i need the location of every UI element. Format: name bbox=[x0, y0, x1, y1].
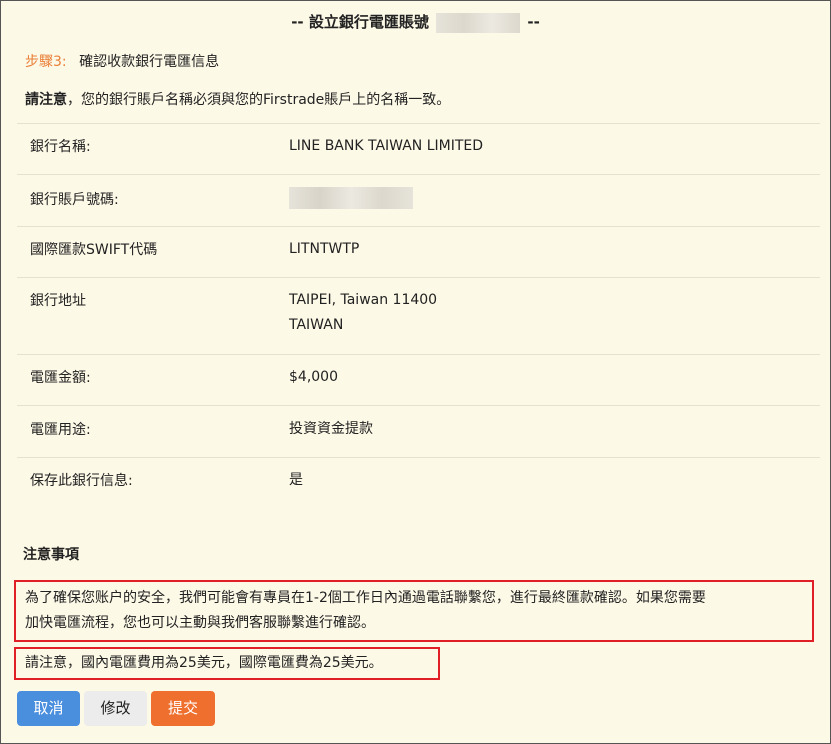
amount-value: $4,000 bbox=[289, 369, 338, 385]
page-title-suffix: -- bbox=[527, 13, 540, 31]
address-line-2: TAIWAN bbox=[289, 317, 344, 333]
page-title-prefix: -- 設立銀行電匯賬號 bbox=[291, 13, 429, 31]
notice-bold: 請注意 bbox=[25, 92, 67, 108]
notice-text: ，您的銀行賬戶名稱必須與您的Firstrade賬戶上的名稱一致。 bbox=[67, 92, 451, 108]
edit-button[interactable]: 修改 bbox=[84, 691, 147, 726]
fee-notice-text: 請注意，國內電匯費用為25美元，國際電匯費為25美元。 bbox=[25, 655, 383, 671]
detail-row-amount: 電匯金額: $4,000 bbox=[17, 354, 820, 405]
account-number-value bbox=[289, 187, 413, 218]
step-number: 步驟3: bbox=[25, 54, 67, 70]
notes-heading: 注意事項 bbox=[23, 547, 79, 563]
wire-details-table: 銀行名稱: LINE BANK TAIWAN LIMITED 銀行賬戶號碼: 國… bbox=[17, 123, 820, 508]
name-match-notice: 請注意，您的銀行賬戶名稱必須與您的Firstrade賬戶上的名稱一致。 bbox=[25, 89, 450, 109]
step-text: 確認收款銀行電匯信息 bbox=[79, 54, 220, 70]
security-notice-box: 為了確保您账户的安全，我們可能會有專員在1-2個工作日內通過電話聯繫您，進行最終… bbox=[14, 580, 814, 642]
bank-name-label: 銀行名稱: bbox=[30, 139, 91, 155]
redacted-bank-account bbox=[289, 187, 413, 209]
step-indicator: 步驟3: 確認收款銀行電匯信息 bbox=[25, 51, 219, 71]
address-label: 銀行地址 bbox=[30, 293, 86, 309]
amount-label: 電匯金額: bbox=[30, 370, 91, 386]
detail-row-account-number: 銀行賬戶號碼: bbox=[17, 174, 820, 226]
detail-row-swift: 國際匯款SWIFT代碼 LITNTWTP bbox=[17, 226, 820, 277]
save-bank-value: 是 bbox=[289, 472, 303, 488]
fee-notice-box: 請注意，國內電匯費用為25美元，國際電匯費為25美元。 bbox=[14, 647, 440, 680]
detail-row-bank-name: 銀行名稱: LINE BANK TAIWAN LIMITED bbox=[17, 123, 820, 174]
swift-label: 國際匯款SWIFT代碼 bbox=[30, 242, 158, 258]
detail-row-address: 銀行地址 TAIPEI, Taiwan 11400 TAIWAN bbox=[17, 277, 820, 354]
purpose-value: 投資資金提款 bbox=[289, 421, 373, 437]
security-notice-line-1: 為了確保您账户的安全，我們可能會有專員在1-2個工作日內通過電話聯繫您，進行最終… bbox=[25, 590, 706, 606]
detail-row-purpose: 電匯用途: 投資資金提款 bbox=[17, 405, 820, 457]
address-value: TAIPEI, Taiwan 11400 TAIWAN bbox=[289, 288, 437, 338]
submit-button[interactable]: 提交 bbox=[151, 691, 215, 726]
save-bank-label: 保存此銀行信息: bbox=[30, 473, 133, 489]
detail-row-save-bank: 保存此銀行信息: 是 bbox=[17, 457, 820, 508]
security-notice-line-2: 加快電匯流程，您也可以主動與我們客服聯繫進行確認。 bbox=[25, 615, 375, 631]
address-line-1: TAIPEI, Taiwan 11400 bbox=[289, 292, 438, 308]
cancel-button[interactable]: 取消 bbox=[17, 691, 80, 726]
account-number-label: 銀行賬戶號碼: bbox=[30, 192, 119, 208]
purpose-label: 電匯用途: bbox=[30, 422, 91, 438]
page-title: -- 設立銀行電匯賬號 -- bbox=[1, 11, 830, 33]
bank-name-value: LINE BANK TAIWAN LIMITED bbox=[289, 138, 484, 154]
swift-value: LITNTWTP bbox=[289, 241, 360, 257]
redacted-account-number bbox=[436, 12, 521, 33]
